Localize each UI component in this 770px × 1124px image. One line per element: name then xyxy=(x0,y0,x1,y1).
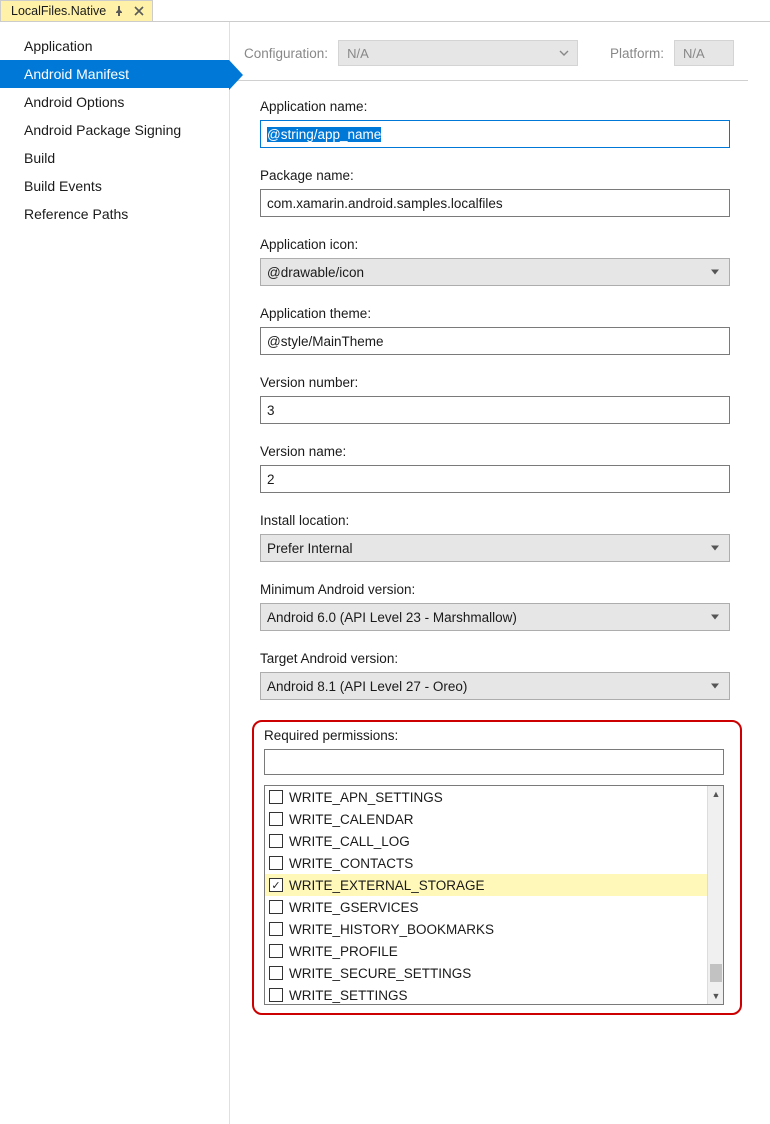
config-platform-bar: Configuration: N/A Platform: N/A xyxy=(230,22,748,81)
permission-row[interactable]: WRITE_CONTACTS xyxy=(265,852,707,874)
pin-icon[interactable] xyxy=(112,4,126,18)
permission-label: WRITE_APN_SETTINGS xyxy=(289,790,443,805)
permission-row[interactable]: WRITE_CALENDAR xyxy=(265,808,707,830)
permission-checkbox[interactable]: ✓ xyxy=(269,878,283,892)
permission-row[interactable]: ✓ WRITE_EXTERNAL_STORAGE xyxy=(265,874,707,896)
permission-row[interactable]: WRITE_HISTORY_BOOKMARKS xyxy=(265,918,707,940)
permission-checkbox[interactable] xyxy=(269,966,283,980)
permission-label: WRITE_CALENDAR xyxy=(289,812,414,827)
sidebar-item-build[interactable]: Build xyxy=(0,144,229,172)
permission-row[interactable]: WRITE_SECURE_SETTINGS xyxy=(265,962,707,984)
package-name-value: com.xamarin.android.samples.localfiles xyxy=(267,196,503,211)
permission-row[interactable]: WRITE_CALL_LOG xyxy=(265,830,707,852)
application-theme-input[interactable]: @style/MainTheme xyxy=(260,327,730,355)
install-location-dropdown[interactable]: Prefer Internal xyxy=(260,534,730,562)
platform-dropdown[interactable]: N/A xyxy=(674,40,734,66)
document-tab[interactable]: LocalFiles.Native xyxy=(0,0,153,21)
permission-label: WRITE_SETTINGS xyxy=(289,988,408,1003)
application-theme-value: @style/MainTheme xyxy=(267,334,384,349)
sidebar-item-android-options[interactable]: Android Options xyxy=(0,88,229,116)
install-location-value: Prefer Internal xyxy=(267,541,353,556)
platform-label: Platform: xyxy=(610,46,664,61)
permission-checkbox[interactable] xyxy=(269,988,283,1002)
application-name-value: @string/app_name xyxy=(267,127,381,142)
required-permissions-label: Required permissions: xyxy=(264,728,730,743)
configuration-value: N/A xyxy=(347,46,369,61)
permission-label: WRITE_EXTERNAL_STORAGE xyxy=(289,878,485,893)
application-icon-dropdown[interactable]: @drawable/icon xyxy=(260,258,730,286)
chevron-down-icon xyxy=(559,46,569,61)
permission-checkbox[interactable] xyxy=(269,922,283,936)
permission-label: WRITE_HISTORY_BOOKMARKS xyxy=(289,922,494,937)
install-location-label: Install location: xyxy=(260,513,738,528)
target-android-value: Android 8.1 (API Level 27 - Oreo) xyxy=(267,679,467,694)
project-property-sidebar: ApplicationAndroid ManifestAndroid Optio… xyxy=(0,22,230,1124)
package-name-input[interactable]: com.xamarin.android.samples.localfiles xyxy=(260,189,730,217)
target-android-dropdown[interactable]: Android 8.1 (API Level 27 - Oreo) xyxy=(260,672,730,700)
version-name-value: 2 xyxy=(267,472,275,487)
version-number-value: 3 xyxy=(267,403,275,418)
min-android-label: Minimum Android version: xyxy=(260,582,738,597)
permissions-listbox[interactable]: WRITE_APN_SETTINGS WRITE_CALENDAR WRITE_CA… xyxy=(264,785,724,1005)
sidebar-item-reference-paths[interactable]: Reference Paths xyxy=(0,200,229,228)
package-name-label: Package name: xyxy=(260,168,738,183)
sidebar-item-android-package-signing[interactable]: Android Package Signing xyxy=(0,116,229,144)
permission-label: WRITE_CALL_LOG xyxy=(289,834,410,849)
close-icon[interactable] xyxy=(132,4,146,18)
scroll-up-icon[interactable]: ▲ xyxy=(708,786,724,802)
configuration-dropdown[interactable]: N/A xyxy=(338,40,578,66)
version-number-label: Version number: xyxy=(260,375,738,390)
permission-label: WRITE_SECURE_SETTINGS xyxy=(289,966,471,981)
permission-checkbox[interactable] xyxy=(269,834,283,848)
permission-checkbox[interactable] xyxy=(269,790,283,804)
platform-value: N/A xyxy=(683,46,705,61)
application-icon-label: Application icon: xyxy=(260,237,738,252)
application-theme-label: Application theme: xyxy=(260,306,738,321)
scroll-down-icon[interactable]: ▼ xyxy=(708,988,724,1004)
version-name-label: Version name: xyxy=(260,444,738,459)
sidebar-item-build-events[interactable]: Build Events xyxy=(0,172,229,200)
permission-label: WRITE_CONTACTS xyxy=(289,856,413,871)
document-tab-title: LocalFiles.Native xyxy=(11,4,106,18)
target-android-label: Target Android version: xyxy=(260,651,738,666)
permissions-filter-input[interactable] xyxy=(264,749,724,775)
required-permissions-section: Required permissions: WRITE_APN_SETTINGS… xyxy=(252,720,742,1015)
sidebar-item-application[interactable]: Application xyxy=(0,32,229,60)
permission-label: WRITE_GSERVICES xyxy=(289,900,419,915)
permission-label: WRITE_PROFILE xyxy=(289,944,398,959)
permission-row[interactable]: WRITE_PROFILE xyxy=(265,940,707,962)
application-name-label: Application name: xyxy=(260,99,738,114)
permission-checkbox[interactable] xyxy=(269,856,283,870)
configuration-label: Configuration: xyxy=(244,46,328,61)
permission-checkbox[interactable] xyxy=(269,944,283,958)
permission-row[interactable]: WRITE_APN_SETTINGS xyxy=(265,786,707,808)
application-name-input[interactable]: @string/app_name xyxy=(260,120,730,148)
min-android-dropdown[interactable]: Android 6.0 (API Level 23 - Marshmallow) xyxy=(260,603,730,631)
document-tab-strip: LocalFiles.Native xyxy=(0,0,770,22)
version-number-input[interactable]: 3 xyxy=(260,396,730,424)
permission-row[interactable]: WRITE_SETTINGS xyxy=(265,984,707,1004)
permissions-scrollbar[interactable]: ▲ ▼ xyxy=(707,786,723,1004)
min-android-value: Android 6.0 (API Level 23 - Marshmallow) xyxy=(267,610,517,625)
permission-row[interactable]: WRITE_GSERVICES xyxy=(265,896,707,918)
scroll-thumb[interactable] xyxy=(710,964,722,982)
sidebar-item-android-manifest[interactable]: Android Manifest xyxy=(0,60,229,88)
application-icon-value: @drawable/icon xyxy=(267,265,364,280)
manifest-content: Configuration: N/A Platform: N/A Applica… xyxy=(230,22,770,1124)
version-name-input[interactable]: 2 xyxy=(260,465,730,493)
permission-checkbox[interactable] xyxy=(269,812,283,826)
permission-checkbox[interactable] xyxy=(269,900,283,914)
